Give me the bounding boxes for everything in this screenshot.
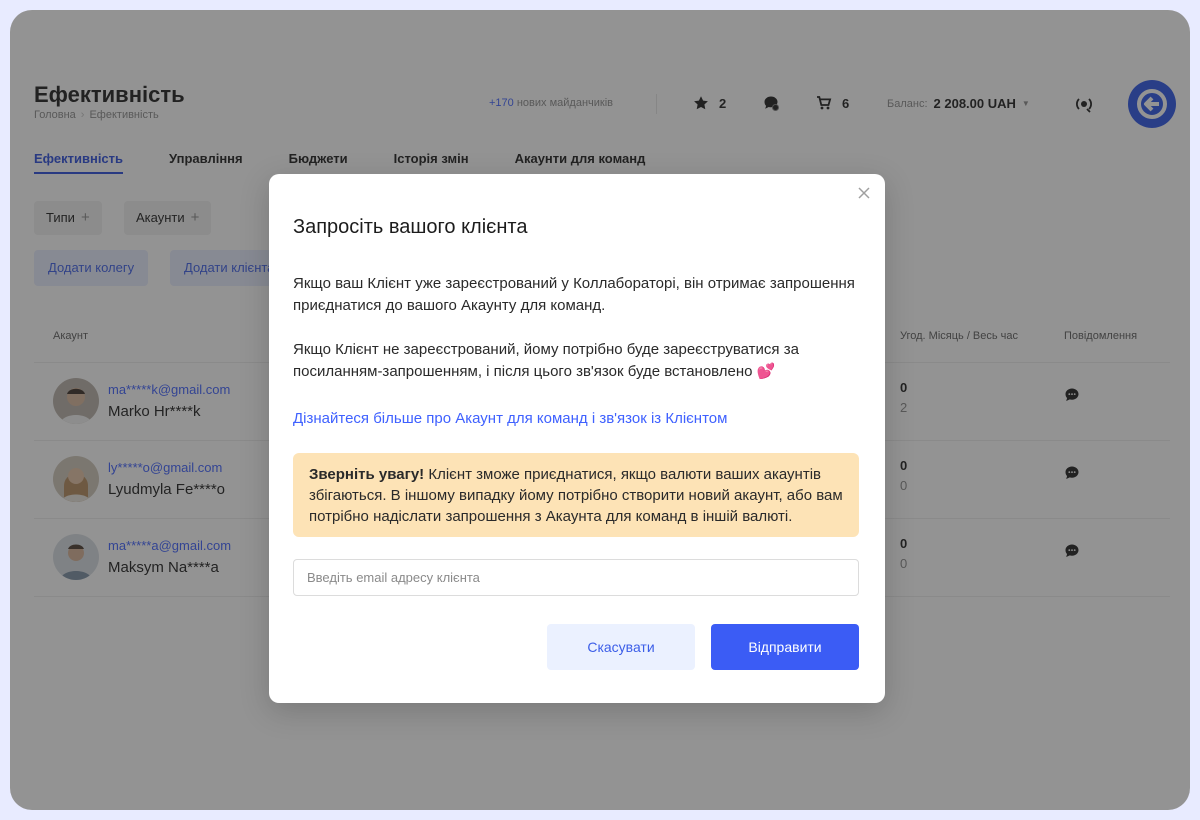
- client-email-input[interactable]: [293, 559, 859, 596]
- currency-notice: Зверніть увагу! Клієнт зможе приєднатися…: [293, 453, 859, 537]
- notice-title: Зверніть увагу!: [309, 466, 425, 483]
- app-window: Ефективність Головна›Ефективність +170 н…: [10, 10, 1190, 810]
- send-button[interactable]: Відправити: [711, 624, 859, 670]
- learn-more-link[interactable]: Дізнайтеся більше про Акаунт для команд …: [293, 410, 727, 427]
- modal-paragraph-registered: Якщо ваш Клієнт уже зареєстрований у Кол…: [293, 275, 855, 314]
- cancel-button[interactable]: Скасувати: [547, 624, 695, 670]
- close-icon[interactable]: [857, 186, 871, 200]
- invite-client-modal: Запросіть вашого клієнта Якщо ваш Клієнт…: [269, 174, 885, 703]
- modal-title: Запросіть вашого клієнта: [293, 216, 528, 238]
- modal-paragraph-unregistered: Якщо Клієнт не зареєстрований, йому потр…: [293, 341, 799, 380]
